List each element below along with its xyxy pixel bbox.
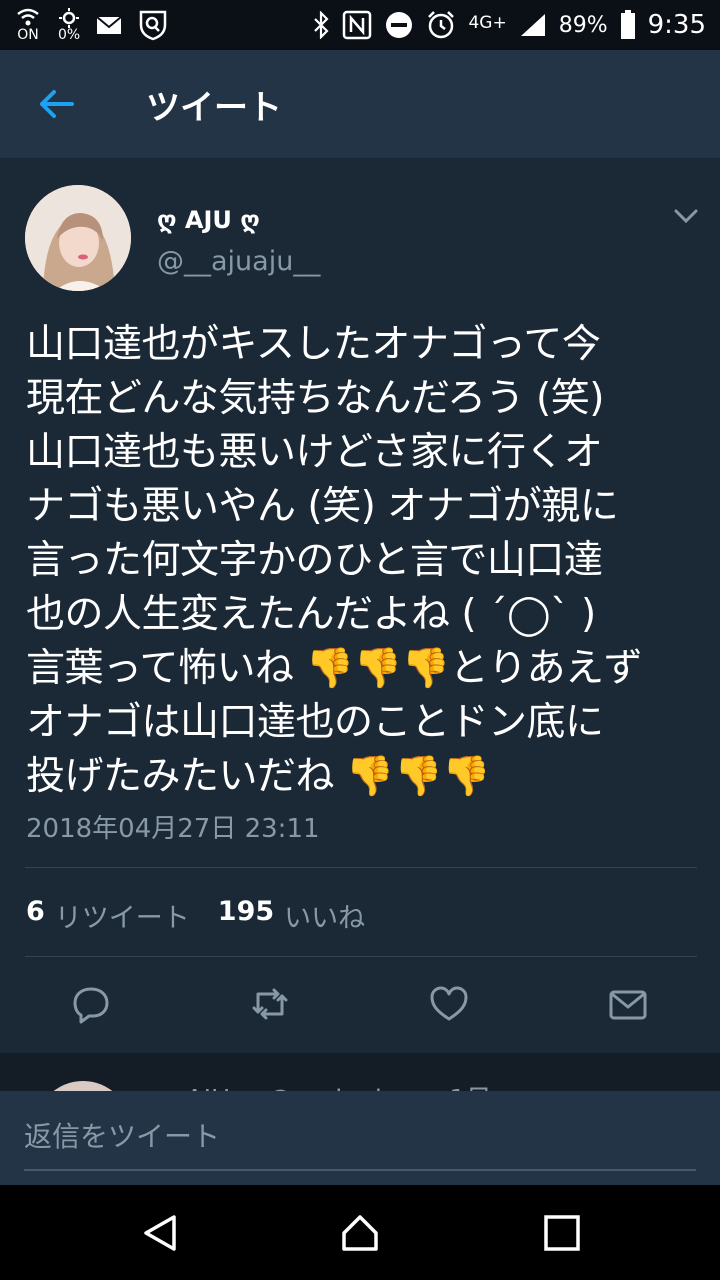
tweet-text-line: オナゴは山口達也のことドン底に bbox=[26, 700, 604, 745]
alarm-icon bbox=[426, 10, 456, 40]
system-nav-bar bbox=[0, 1185, 720, 1280]
battery-icon bbox=[620, 10, 636, 40]
wifi-calling-label: ON bbox=[17, 27, 39, 43]
heart-icon bbox=[430, 986, 468, 1021]
divider bbox=[25, 956, 697, 957]
status-bar: ON 0% 4G+ 89% 9:35 bbox=[0, 0, 720, 50]
home-icon bbox=[342, 1215, 378, 1251]
thumbs-down-icon: 👎👎👎 bbox=[305, 646, 450, 691]
clock: 9:35 bbox=[647, 10, 706, 40]
retweet-count: 6 bbox=[26, 896, 45, 927]
retweet-icon bbox=[252, 988, 288, 1020]
tweet-text-line: ナゴも悪いやん (笑) オナゴが親に bbox=[26, 484, 619, 529]
reply-tweet-preview[interactable]: ღ AJU ღ @__ajuaju__ · 1日 bbox=[0, 1053, 720, 1091]
tweet-text-line: 現在どんな気持ちなんだろう (笑) bbox=[26, 376, 605, 421]
brightness-icon: 0% bbox=[58, 8, 80, 42]
signal-icon bbox=[519, 12, 547, 38]
back-button[interactable] bbox=[26, 74, 86, 134]
envelope-icon bbox=[609, 990, 647, 1020]
tweet-text: 山口達也がキスしたオナゴって今 現在どんな気持ちなんだろう (笑) 山口達也も悪… bbox=[26, 318, 706, 804]
tweet-text-line: 山口達也がキスしたオナゴって今 bbox=[26, 322, 601, 367]
nav-recents-button[interactable] bbox=[542, 1213, 582, 1253]
shield-icon bbox=[138, 9, 168, 41]
nav-home-button[interactable] bbox=[340, 1213, 380, 1253]
reply-composer: 返信をツイート bbox=[0, 1091, 720, 1185]
avatar bbox=[35, 1081, 131, 1091]
tweet-text-segment: 投げたみたいだね bbox=[26, 754, 346, 799]
thumbs-down-icon: 👎👎👎 bbox=[345, 754, 491, 799]
tweet-text-segment: 言葉って怖いね bbox=[26, 646, 306, 691]
retweet-label: リツイート bbox=[54, 903, 190, 934]
tweet-text-line: 也の人生変えたんだよね ( ´◯` ) bbox=[26, 592, 596, 637]
reply-header: ღ AJU ღ @__ajuaju__ · 1日 bbox=[157, 1079, 492, 1091]
bluetooth-icon bbox=[312, 11, 330, 39]
direct-message-button[interactable] bbox=[608, 984, 648, 1024]
tweet-text-line-emoji: 投げたみたいだね 👎👎👎 bbox=[26, 750, 706, 804]
tweet-menu-button[interactable] bbox=[672, 202, 700, 230]
square-recents-icon bbox=[544, 1215, 580, 1251]
triangle-back-icon bbox=[144, 1215, 176, 1251]
page-title: ツイート bbox=[146, 87, 282, 128]
arrow-left-icon bbox=[40, 90, 74, 118]
do-not-disturb-icon bbox=[384, 10, 414, 40]
like-count: 195 bbox=[217, 896, 275, 927]
nav-back-button[interactable] bbox=[140, 1213, 180, 1253]
like-count-link[interactable]: 195 いいね bbox=[218, 896, 365, 935]
tweet-text-segment: とりあえず bbox=[449, 646, 643, 691]
retweet-button[interactable] bbox=[250, 984, 290, 1024]
tweet-stats: 6 リツイート 195 いいね bbox=[26, 896, 381, 935]
network-type: 4G+ bbox=[468, 13, 507, 33]
reply-input[interactable]: 返信をツイート bbox=[24, 1111, 696, 1171]
brightness-label: 0% bbox=[58, 27, 81, 43]
mail-icon bbox=[96, 14, 122, 36]
user-handle[interactable]: @__ajuaju__ bbox=[157, 246, 320, 277]
tweet-text-line: 山口達也も悪いけどさ家に行くオ bbox=[26, 430, 603, 475]
reply-icon bbox=[73, 987, 109, 1024]
nfc-icon bbox=[342, 10, 372, 40]
divider bbox=[25, 867, 697, 868]
tweet-text-line-emoji: 言葉って怖いね 👎👎👎とりあえず bbox=[26, 642, 706, 696]
retweet-count-link[interactable]: 6 リツイート bbox=[26, 896, 190, 935]
chevron-down-icon bbox=[674, 209, 698, 224]
display-name[interactable]: ღ AJU ღ bbox=[157, 206, 260, 234]
tweet-text-line: 言った何文字かのひと言で山口達 bbox=[26, 538, 603, 583]
tweet-actions bbox=[0, 984, 720, 1028]
reply-button[interactable] bbox=[71, 984, 111, 1024]
battery-percent: 89% bbox=[558, 12, 608, 38]
app-bar: ツイート bbox=[0, 50, 720, 158]
tweet-timestamp: 2018年04月27日 23:11 bbox=[26, 814, 320, 844]
like-button[interactable] bbox=[429, 984, 469, 1024]
avatar[interactable] bbox=[25, 185, 131, 291]
tweet-detail: ღ AJU ღ @__ajuaju__ 山口達也がキスしたオナゴって今 現在どん… bbox=[0, 158, 720, 1053]
wifi-calling-icon: ON bbox=[14, 8, 42, 42]
like-label: いいね bbox=[284, 903, 366, 934]
